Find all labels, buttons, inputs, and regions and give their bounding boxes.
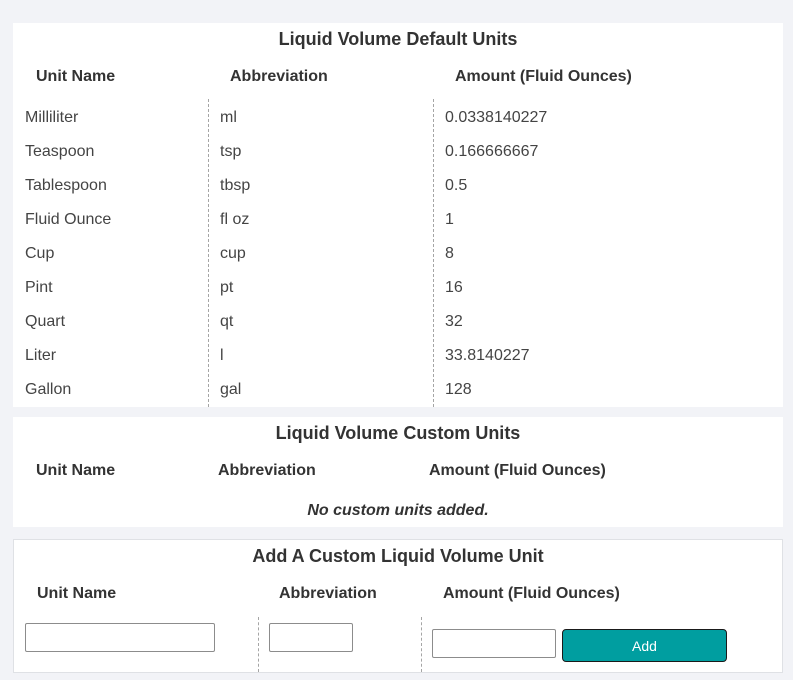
abbreviation-cell: ml bbox=[220, 109, 237, 126]
amount-cell: 0.0338140227 bbox=[445, 109, 548, 126]
custom-header-unit-name: Unit Name bbox=[36, 462, 116, 479]
add-custom-unit-panel: Add A Custom Liquid Volume Unit Unit Nam… bbox=[13, 539, 783, 673]
unit-name-cell: Milliliter bbox=[25, 109, 79, 126]
abbreviation-cell: tsp bbox=[220, 143, 242, 160]
amount-cell: 1 bbox=[445, 211, 454, 228]
unit-name-cell: Gallon bbox=[25, 381, 72, 398]
custom-header-abbreviation: Abbreviation bbox=[218, 462, 316, 479]
unit-name-cell: Teaspoon bbox=[25, 143, 95, 160]
form-label-unit-name: Unit Name bbox=[37, 585, 117, 602]
abbreviation-cell: cup bbox=[220, 245, 246, 262]
abbreviation-cell: fl oz bbox=[220, 211, 250, 228]
column-divider bbox=[421, 617, 422, 672]
amount-input[interactable] bbox=[432, 629, 556, 658]
amount-cell: 32 bbox=[445, 313, 463, 330]
default-header-unit-name: Unit Name bbox=[36, 68, 116, 85]
empty-state-message: No custom units added. bbox=[307, 502, 489, 519]
unit-name-cell: Liter bbox=[25, 347, 57, 364]
unit-name-cell: Quart bbox=[25, 313, 66, 330]
unit-name-input[interactable] bbox=[25, 623, 215, 652]
unit-name-cell: Fluid Ounce bbox=[25, 211, 112, 228]
abbreviation-input[interactable] bbox=[269, 623, 353, 652]
add-button[interactable]: Add bbox=[562, 629, 727, 662]
default-header-abbreviation: Abbreviation bbox=[230, 68, 328, 85]
abbreviation-cell: gal bbox=[220, 381, 242, 398]
default-units-panel: Liquid Volume Default Units Unit Name Ab… bbox=[13, 23, 783, 407]
column-divider bbox=[433, 99, 434, 407]
form-label-abbreviation: Abbreviation bbox=[279, 585, 377, 602]
amount-cell: 16 bbox=[445, 279, 463, 296]
default-header-amount: Amount (Fluid Ounces) bbox=[455, 68, 632, 85]
unit-name-cell: Cup bbox=[25, 245, 55, 262]
abbreviation-cell: tbsp bbox=[220, 177, 251, 194]
add-unit-title: Add A Custom Liquid Volume Unit bbox=[252, 546, 544, 566]
abbreviation-cell: qt bbox=[220, 313, 234, 330]
amount-cell: 8 bbox=[445, 245, 454, 262]
abbreviation-cell: l bbox=[220, 347, 224, 364]
unit-name-cell: Tablespoon bbox=[25, 177, 107, 194]
amount-cell: 0.5 bbox=[445, 177, 468, 194]
custom-units-title: Liquid Volume Custom Units bbox=[275, 423, 521, 443]
default-units-title: Liquid Volume Default Units bbox=[278, 29, 518, 49]
custom-units-panel: Liquid Volume Custom Units Unit Name Abb… bbox=[13, 417, 783, 527]
amount-cell: 0.166666667 bbox=[445, 143, 539, 160]
amount-cell: 128 bbox=[445, 381, 472, 398]
column-divider bbox=[258, 617, 259, 672]
abbreviation-cell: pt bbox=[220, 279, 234, 296]
amount-cell: 33.8140227 bbox=[445, 347, 530, 364]
form-label-amount: Amount (Fluid Ounces) bbox=[443, 585, 620, 602]
unit-name-cell: Pint bbox=[25, 279, 53, 296]
column-divider bbox=[208, 99, 209, 407]
custom-header-amount: Amount (Fluid Ounces) bbox=[429, 462, 606, 479]
